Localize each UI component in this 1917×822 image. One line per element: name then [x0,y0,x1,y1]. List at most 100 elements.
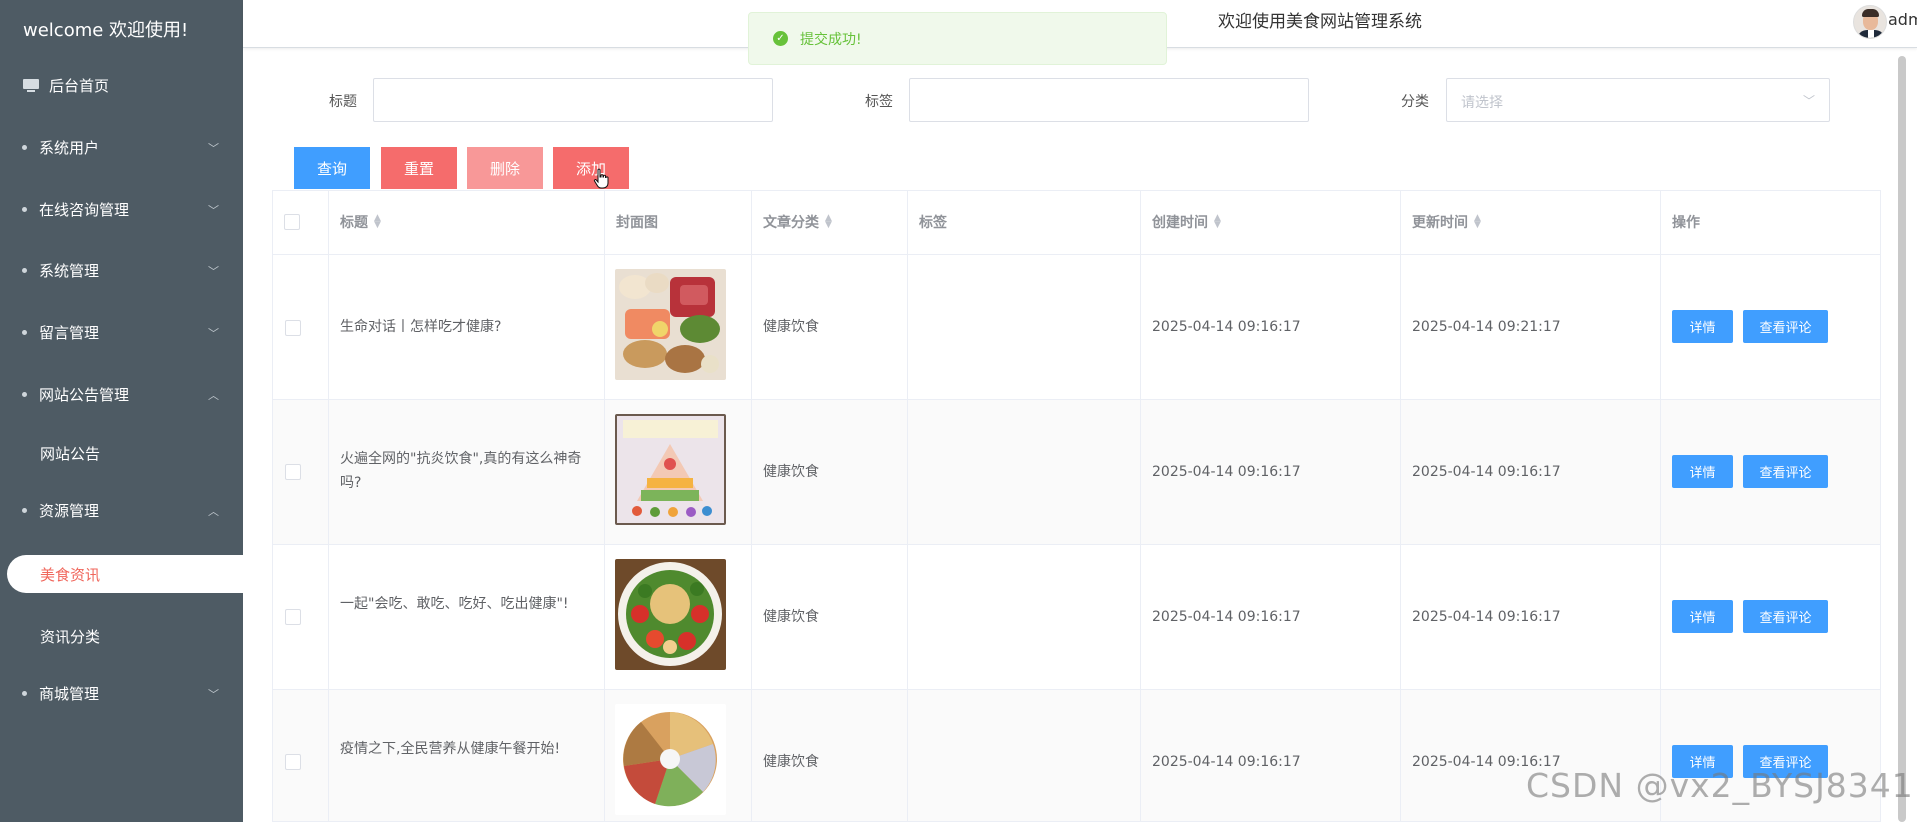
sidebar-item-label: 后台首页 [49,76,110,95]
cover-image [615,414,726,525]
row-checkbox[interactable] [285,320,301,336]
chevron-down-icon: ﹀ [208,327,219,340]
category-placeholder: 请选择 [1461,95,1503,111]
chevron-up-icon: ︿ [208,505,219,518]
sidebar-item-home[interactable]: 后台首页 [0,65,243,105]
row-checkbox[interactable] [285,609,301,625]
table-header-cover: 封面图 [604,190,751,255]
sidebar-item-label: 资讯分类 [40,627,101,646]
sidebar: welcome 欢迎使用! 后台首页 系统用户 ﹀ 在线咨询管理 ﹀ 系统管理 … [0,0,247,822]
chevron-up-icon: ︿ [208,389,219,402]
sidebar-item-messages[interactable]: 留言管理 ﹀ [0,312,243,352]
sidebar-item-label: 系统用户 [39,138,100,157]
row-created: 2025-04-14 09:16:17 [1152,754,1301,770]
sidebar-item-notice[interactable]: 网站公告 [0,433,243,473]
avatar[interactable] [1853,5,1887,39]
chevron-down-icon: ﹀ [208,688,219,701]
table-header-category[interactable]: 文章分类 ▲ ▼ [751,190,907,255]
sidebar-item-label: 美食资讯 [40,565,101,584]
row-title: 生命对话丨怎样吃才健康? [340,319,502,335]
tag-filter-label: 标签 [865,94,893,110]
sidebar-item-label: 留言管理 [39,323,100,342]
hand-cursor-icon [593,168,609,189]
bullet-icon [22,690,27,696]
delete-button[interactable]: 删除 [467,147,543,189]
watermark: CSDN @vx2_BYSJ8341 [1526,766,1914,805]
row-category: 健康饮食 [763,609,819,625]
sidebar-item-label: 资源管理 [39,501,100,520]
row-category: 健康饮食 [763,464,819,480]
sort-icon[interactable]: ▲ ▼ [374,214,381,230]
table-header-title[interactable]: 标题 ▲ ▼ [328,190,604,255]
table-header-updated[interactable]: 更新时间 ▲ ▼ [1400,190,1660,255]
row-created: 2025-04-14 09:16:17 [1152,609,1301,625]
sidebar-item-system-users[interactable]: 系统用户 ﹀ [0,127,243,167]
sidebar-item-label: 网站公告 [40,444,101,463]
success-toast: ✓ 提交成功! [748,12,1167,65]
check-circle-icon: ✓ [773,31,788,46]
sidebar-item-system[interactable]: 系统管理 ﹀ [0,250,243,290]
row-category: 健康饮食 [763,754,819,770]
detail-button[interactable]: 详情 [1672,600,1733,633]
category-select[interactable]: 请选择 ﹀ [1446,78,1830,122]
reset-button[interactable]: 重置 [381,147,457,189]
sidebar-item-label: 网站公告管理 [39,385,130,404]
user-name[interactable]: admin [1888,10,1917,29]
app-root: welcome 欢迎使用! 后台首页 系统用户 ﹀ 在线咨询管理 ﹀ 系统管理 … [0,0,1917,822]
vertical-scrollbar[interactable] [1896,52,1908,822]
sidebar-item-food-news[interactable]: 美食资讯 [7,555,247,593]
sidebar-welcome: welcome 欢迎使用! [23,20,189,41]
row-title: 一起"会吃、敢吃、吃好、吃出健康"! [340,596,569,612]
select-all-checkbox[interactable] [284,214,300,230]
sort-icon[interactable]: ▲ ▼ [1214,214,1221,230]
table-row [272,545,1881,690]
view-comments-button[interactable]: 查看评论 [1743,600,1828,633]
row-category: 健康饮食 [763,319,819,335]
title-input[interactable] [373,78,773,122]
chevron-down-icon: ﹀ [1802,94,1815,108]
table-header-tag: 标签 [907,190,1140,255]
add-button[interactable]: 添加 [553,147,629,189]
bullet-icon [22,507,27,513]
sidebar-item-label: 商城管理 [39,684,100,703]
table-header-actions: 操作 [1660,190,1881,255]
monitor-icon [23,79,39,92]
bullet-icon [22,267,27,273]
page-title: 欢迎使用美食网站管理系统 [1218,12,1422,32]
table-header-checkbox-cell [272,190,328,255]
sidebar-item-resources[interactable]: 资源管理 ︿ [0,490,243,530]
cover-image [615,704,726,815]
cover-image [615,559,726,670]
sidebar-item-mall[interactable]: 商城管理 ﹀ [0,673,243,713]
row-title: 疫情之下,全民营养从健康午餐开始! [340,741,561,757]
view-comments-button[interactable]: 查看评论 [1743,310,1828,343]
row-created: 2025-04-14 09:16:17 [1152,319,1301,335]
view-comments-button[interactable]: 查看评论 [1743,455,1828,488]
row-updated: 2025-04-14 09:16:17 [1412,464,1561,480]
row-title: 火遍全网的"抗炎饮食",真的有这么神奇吗? [340,451,582,491]
bullet-icon [22,329,27,335]
sidebar-item-news-category[interactable]: 资讯分类 [0,616,243,656]
category-filter-label: 分类 [1401,94,1429,110]
bullet-icon [22,391,27,397]
tag-input[interactable] [909,78,1309,122]
title-filter-label: 标题 [329,94,357,110]
row-checkbox[interactable] [285,464,301,480]
chevron-down-icon: ﹀ [208,142,219,155]
toast-message: 提交成功! [800,31,862,48]
row-created: 2025-04-14 09:16:17 [1152,464,1301,480]
sidebar-item-notice-mgmt[interactable]: 网站公告管理 ︿ [0,374,243,414]
detail-button[interactable]: 详情 [1672,455,1733,488]
row-updated: 2025-04-14 09:21:17 [1412,319,1561,335]
scrollbar-thumb[interactable] [1898,56,1906,822]
search-button[interactable]: 查询 [294,147,370,189]
bullet-icon [22,144,27,150]
sort-icon[interactable]: ▲ ▼ [825,214,832,230]
row-checkbox[interactable] [285,754,301,770]
sort-icon[interactable]: ▲ ▼ [1474,214,1481,230]
chevron-down-icon: ﹀ [208,204,219,217]
table-header-created[interactable]: 创建时间 ▲ ▼ [1140,190,1400,255]
sidebar-item-consult[interactable]: 在线咨询管理 ﹀ [0,189,243,229]
detail-button[interactable]: 详情 [1672,310,1733,343]
sidebar-item-label: 在线咨询管理 [39,200,130,219]
